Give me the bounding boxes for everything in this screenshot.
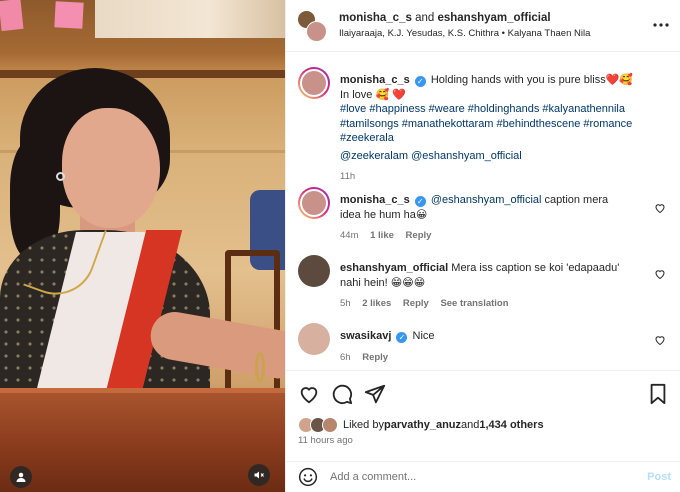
add-comment-bar: Post [286, 461, 680, 492]
more-horizontal-icon [653, 23, 669, 27]
emoji-icon[interactable] [298, 467, 318, 487]
post-actions: Liked by parvathy_anuz and 1,434 others … [286, 370, 680, 460]
header-title: monisha_c_s and eshanshyam_official [339, 11, 551, 24]
comment-username[interactable]: swasikavj [340, 330, 391, 342]
comment-username[interactable]: eshanshyam_official [340, 262, 448, 274]
verified-icon: ✓ [414, 196, 426, 207]
comment-mention[interactable]: @eshanshyam_official [431, 194, 542, 206]
caption-username[interactable]: monisha_c_s [340, 74, 410, 86]
post-media[interactable] [0, 0, 285, 492]
comment-likes[interactable]: 1 like [370, 230, 394, 241]
reply-button[interactable]: Reply [362, 352, 388, 363]
heart-icon[interactable] [654, 334, 666, 346]
avatar[interactable] [298, 67, 330, 99]
avatar[interactable] [298, 323, 330, 355]
reply-button[interactable]: Reply [403, 298, 429, 309]
comment-likes[interactable]: 2 likes [362, 298, 391, 309]
header-user-link[interactable]: eshanshyam_official [437, 12, 550, 24]
speaker-muted-icon [254, 471, 264, 479]
caption-hashtags[interactable]: #love #happiness #weare #holdinghands #k… [340, 103, 632, 144]
likes-count-link[interactable]: 1,434 others [479, 419, 543, 431]
comment-text: Nice [412, 330, 435, 342]
comment-time[interactable]: 44m [340, 230, 358, 241]
comment-input[interactable] [330, 471, 630, 483]
header-user-link[interactable]: monisha_c_s [339, 12, 412, 24]
caption-mentions[interactable]: @zeekeralam @eshanshyam_official [340, 149, 522, 164]
share-icon[interactable] [364, 383, 386, 405]
post-panel: monisha_c_s and eshanshyam_official Ilai… [285, 0, 680, 492]
more-options-button[interactable] [653, 18, 669, 28]
comment-time[interactable]: 5h [340, 298, 351, 309]
save-bookmark-icon[interactable] [647, 383, 669, 405]
see-translation-button[interactable]: See translation [440, 298, 508, 309]
avatar[interactable] [298, 255, 330, 287]
verified-icon: ✓ [396, 332, 408, 343]
post-timestamp[interactable]: 11 hours ago [298, 435, 353, 446]
heart-icon[interactable] [654, 268, 666, 280]
audio-link[interactable]: Ilaiyaraaja, K.J. Yesudas, K.S. Chithra … [339, 26, 590, 41]
post-comment-button[interactable]: Post [647, 471, 671, 483]
mute-button[interactable] [248, 464, 270, 486]
liked-by-user-link[interactable]: parvathy_anuz [384, 419, 461, 431]
likes-summary: Liked by parvathy_anuz and 1,434 others [298, 417, 544, 433]
comment-username[interactable]: monisha_c_s [340, 194, 410, 206]
comment-time[interactable]: 6h [340, 352, 351, 363]
avatar[interactable] [306, 20, 327, 42]
collab-avatars[interactable] [297, 9, 327, 42]
caption-time[interactable]: 11h [340, 171, 355, 182]
liked-by-avatars[interactable] [298, 417, 340, 433]
like-heart-icon[interactable] [298, 383, 320, 405]
avatar[interactable] [298, 187, 330, 219]
caption-text: Holding hands with you is pure bliss❤️🥰 [430, 74, 634, 86]
media-person [0, 60, 285, 400]
comment-icon[interactable] [331, 383, 353, 405]
post-header: monisha_c_s and eshanshyam_official Ilai… [286, 0, 680, 52]
tagged-users-button[interactable] [10, 466, 32, 488]
verified-icon: ✓ [414, 76, 426, 87]
comments-list[interactable]: monisha_c_s ✓ Holding hands with you is … [286, 53, 680, 369]
caption-text: In love 🥰 ❤️ [340, 88, 406, 101]
instagram-post: monisha_c_s and eshanshyam_official Ilai… [0, 0, 680, 492]
heart-icon[interactable] [654, 202, 666, 214]
reply-button[interactable]: Reply [406, 230, 432, 241]
user-icon [16, 472, 26, 482]
media-table [0, 393, 285, 492]
